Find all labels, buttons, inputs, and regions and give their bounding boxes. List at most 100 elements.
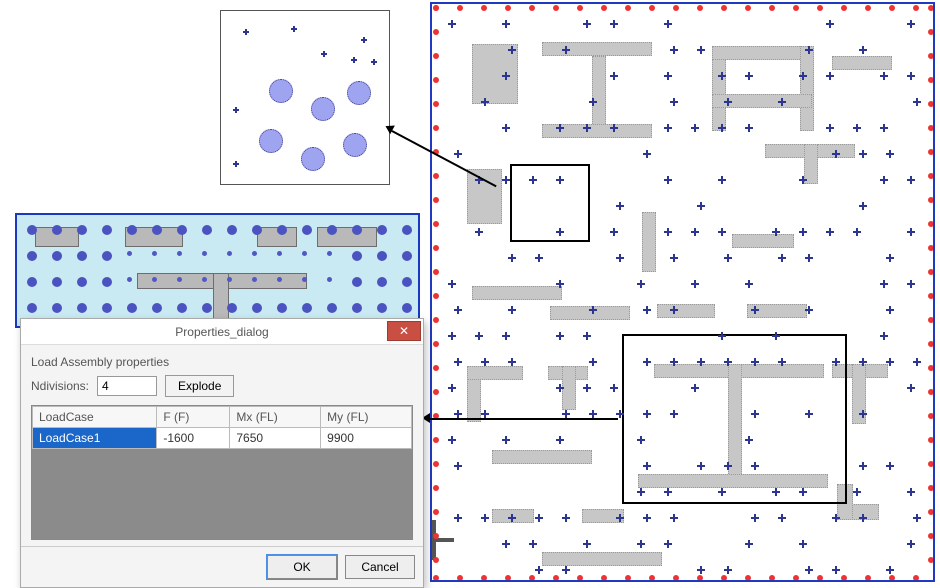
node-marker	[880, 124, 888, 132]
node-marker	[556, 332, 564, 340]
node-marker	[583, 540, 591, 548]
node-marker	[502, 436, 510, 444]
boundary-node	[433, 269, 439, 275]
col-f[interactable]: F (F)	[157, 407, 230, 428]
cancel-button[interactable]: Cancel	[345, 555, 415, 579]
node-marker	[670, 98, 678, 106]
boundary-node	[673, 575, 679, 581]
node-marker	[745, 280, 753, 288]
boundary-node	[928, 413, 934, 419]
close-button[interactable]: ✕	[387, 321, 421, 341]
node-marker	[562, 410, 570, 418]
boundary-node	[697, 5, 703, 11]
node-marker	[805, 410, 813, 418]
table-row[interactable]: LoadCase1 -1600 7650 9900	[33, 428, 412, 449]
node-marker	[907, 20, 915, 28]
node-marker	[859, 46, 867, 54]
pile-marker	[52, 277, 62, 287]
cell-f[interactable]: -1600	[157, 428, 230, 449]
pile-marker	[252, 303, 262, 313]
pile-marker	[311, 97, 335, 121]
pile-marker	[127, 251, 132, 256]
boundary-node	[865, 575, 871, 581]
pile-marker	[177, 303, 187, 313]
explode-button[interactable]: Explode	[165, 375, 234, 397]
node-marker	[610, 228, 618, 236]
node-marker	[664, 72, 672, 80]
node-marker	[691, 280, 699, 288]
dialog-title: Properties_dialog	[21, 325, 423, 339]
node-marker	[454, 150, 462, 158]
node-marker	[718, 332, 726, 340]
boundary-node	[433, 509, 439, 515]
pile-marker	[402, 277, 412, 287]
selection-rect-zoom	[510, 164, 590, 242]
pile-marker	[277, 277, 282, 282]
node-marker	[589, 410, 597, 418]
boundary-node	[481, 575, 487, 581]
boundary-node	[433, 53, 439, 59]
node-marker	[502, 124, 510, 132]
boundary-node	[841, 5, 847, 11]
dialog-titlebar[interactable]: Properties_dialog ✕	[21, 319, 423, 345]
load-table[interactable]: LoadCase F (F) Mx (FL) My (FL) LoadCase1…	[31, 405, 413, 540]
cell-mx[interactable]: 7650	[230, 428, 321, 449]
boundary-node	[433, 341, 439, 347]
node-marker	[502, 176, 510, 184]
cell-my[interactable]: 9900	[321, 428, 412, 449]
boundary-node	[928, 5, 934, 11]
node-marker	[886, 358, 894, 366]
pile-marker	[252, 277, 257, 282]
node-marker	[589, 98, 597, 106]
boundary-node	[433, 5, 439, 11]
pile-marker	[102, 277, 112, 287]
node-marker	[556, 280, 564, 288]
close-icon: ✕	[399, 325, 409, 337]
ndivisions-input[interactable]	[97, 376, 157, 396]
pile-marker	[27, 303, 37, 313]
boundary-node	[433, 365, 439, 371]
node-marker	[670, 254, 678, 262]
boundary-node	[928, 77, 934, 83]
node-marker	[805, 566, 813, 574]
pile-marker	[52, 303, 62, 313]
node-marker	[697, 462, 705, 470]
pile-marker	[102, 225, 112, 235]
boundary-node	[928, 461, 934, 467]
node-marker	[233, 161, 239, 167]
node-marker	[643, 462, 651, 470]
node-marker	[643, 358, 651, 366]
boundary-node	[433, 197, 439, 203]
pile-marker	[302, 225, 312, 235]
wall	[732, 234, 794, 248]
ok-button[interactable]: OK	[267, 555, 337, 579]
boundary-node	[721, 5, 727, 11]
node-marker	[859, 202, 867, 210]
node-marker	[826, 20, 834, 28]
pile-marker	[259, 129, 283, 153]
boundary-node	[928, 341, 934, 347]
wall	[467, 366, 523, 380]
pile-marker	[352, 303, 362, 313]
node-marker	[583, 20, 591, 28]
node-marker	[751, 410, 759, 418]
node-marker	[886, 462, 894, 470]
col-loadcase[interactable]: LoadCase	[33, 407, 157, 428]
boundary-node	[745, 575, 751, 581]
col-my[interactable]: My (FL)	[321, 407, 412, 428]
plan-canvas[interactable]: /* generated below via JS for brevity */	[430, 2, 935, 582]
col-mx[interactable]: Mx (FL)	[230, 407, 321, 428]
node-marker	[454, 514, 462, 522]
node-marker	[778, 358, 786, 366]
cell-loadcase[interactable]: LoadCase1	[33, 428, 157, 449]
slab-plan-strip[interactable]	[15, 213, 420, 328]
node-marker	[799, 540, 807, 548]
node-marker	[448, 280, 456, 288]
boundary-node	[913, 575, 919, 581]
node-marker	[718, 72, 726, 80]
boundary-node	[928, 365, 934, 371]
wall	[562, 366, 576, 410]
boundary-node	[577, 5, 583, 11]
boundary-node	[769, 5, 775, 11]
pile-marker	[77, 225, 87, 235]
